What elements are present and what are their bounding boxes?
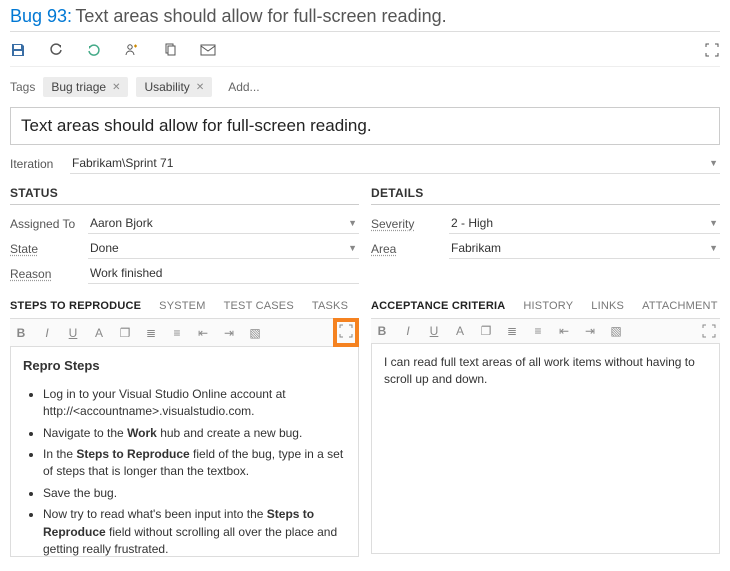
status-heading: STATUS [10, 180, 359, 205]
bold-icon[interactable]: B [375, 324, 389, 338]
iteration-row: Iteration Fabrikam\Sprint 71 ▼ [10, 145, 720, 180]
tag-label: Usability [144, 80, 189, 94]
font-color-icon[interactable]: A [453, 324, 467, 338]
font-color-icon[interactable]: A [92, 326, 106, 340]
left-tabs: STEPS TO REPRODUCE SYSTEM TEST CASES TAS… [10, 292, 359, 319]
tab-tasks[interactable]: TASKS [312, 300, 348, 312]
add-tag-button[interactable]: Add... [220, 77, 267, 97]
email-icon[interactable] [200, 42, 216, 58]
highlight-icon[interactable]: ❐ [479, 324, 493, 338]
assigned-to-label: Assigned To [10, 217, 88, 231]
chevron-down-icon: ▼ [709, 243, 718, 253]
bullets-icon[interactable]: ≣ [505, 324, 519, 338]
iteration-label: Iteration [10, 157, 70, 171]
copy-icon[interactable] [162, 42, 178, 58]
assigned-to-value: Aaron Bjork [90, 216, 153, 230]
underline-icon[interactable]: U [66, 326, 80, 340]
repro-list: Log in to your Visual Studio Online acco… [23, 386, 346, 557]
fullscreen-highlight-box [333, 318, 359, 347]
numbers-icon[interactable]: ≡ [531, 324, 545, 338]
bug-title-text: Text areas should allow for full-screen … [75, 6, 446, 26]
bullets-icon[interactable]: ≣ [144, 326, 158, 340]
editor-fullscreen-icon[interactable] [702, 324, 716, 338]
severity-label: Severity [371, 217, 449, 231]
iteration-dropdown[interactable]: Fabrikam\Sprint 71 ▼ [70, 153, 720, 174]
severity-dropdown[interactable]: 2 - High ▼ [449, 213, 720, 234]
area-value: Fabrikam [451, 241, 501, 255]
assigned-to-dropdown[interactable]: Aaron Bjork ▼ [88, 213, 359, 234]
repro-heading: Repro Steps [23, 357, 346, 376]
tab-steps-to-reproduce[interactable]: STEPS TO REPRODUCE [10, 300, 141, 312]
reason-field[interactable]: Work finished [88, 263, 359, 284]
tag-label: Bug triage [51, 80, 106, 94]
acceptance-criteria-editor[interactable]: I can read full text areas of all work i… [371, 344, 720, 554]
rich-text-toolbar-right: B I U A ❐ ≣ ≡ ⇤ ⇥ ▧ [371, 319, 720, 344]
state-value: Done [90, 241, 119, 255]
title-input[interactable] [10, 107, 720, 145]
severity-value: 2 - High [451, 216, 493, 230]
indent-icon[interactable]: ⇥ [583, 324, 597, 338]
chevron-down-icon: ▼ [709, 218, 718, 228]
area-label: Area [371, 242, 449, 256]
details-heading: DETAILS [371, 180, 720, 205]
tab-test-cases[interactable]: TEST CASES [224, 300, 294, 312]
tag-usability[interactable]: Usability ✕ [136, 77, 212, 97]
underline-icon[interactable]: U [427, 324, 441, 338]
action-toolbar [10, 32, 720, 67]
refresh-icon[interactable] [48, 42, 64, 58]
tags-label: Tags [10, 80, 35, 94]
fullscreen-icon[interactable] [704, 42, 720, 58]
tag-bug-triage[interactable]: Bug triage ✕ [43, 77, 128, 97]
highlight-icon[interactable]: ❐ [118, 326, 132, 340]
tab-attachment[interactable]: ATTACHMENT [642, 300, 718, 312]
iteration-value: Fabrikam\Sprint 71 [72, 156, 173, 170]
rich-text-toolbar-left: B I U A ❐ ≣ ≡ ⇤ ⇥ ▧ [10, 319, 359, 347]
chevron-down-icon: ▼ [709, 158, 718, 168]
close-icon[interactable]: ✕ [112, 82, 120, 93]
tab-acceptance-criteria[interactable]: ACCEPTANCE CRITERIA [371, 300, 505, 312]
outdent-icon[interactable]: ⇤ [196, 326, 210, 340]
undo-icon[interactable] [86, 42, 102, 58]
indent-icon[interactable]: ⇥ [222, 326, 236, 340]
state-label: State [10, 242, 88, 256]
save-icon[interactable] [10, 42, 26, 58]
chevron-down-icon: ▼ [348, 218, 357, 228]
bug-id-link[interactable]: Bug 93: [10, 6, 72, 26]
list-item: Now try to read what's been input into t… [43, 506, 346, 557]
list-item: Log in to your Visual Studio Online acco… [43, 386, 346, 421]
editor-fullscreen-icon[interactable] [339, 324, 353, 338]
italic-icon[interactable]: I [40, 326, 54, 340]
tab-links[interactable]: LINKS [591, 300, 624, 312]
repro-steps-editor[interactable]: Repro Steps Log in to your Visual Studio… [10, 347, 359, 557]
right-tabs: ACCEPTANCE CRITERIA HISTORY LINKS ATTACH… [371, 292, 720, 319]
image-icon[interactable]: ▧ [248, 326, 262, 340]
outdent-icon[interactable]: ⇤ [557, 324, 571, 338]
italic-icon[interactable]: I [401, 324, 415, 338]
assign-icon[interactable] [124, 42, 140, 58]
chevron-down-icon: ▼ [348, 243, 357, 253]
numbers-icon[interactable]: ≡ [170, 326, 184, 340]
close-icon[interactable]: ✕ [196, 82, 204, 93]
list-item: In the Steps to Reproduce field of the b… [43, 446, 346, 481]
work-item-header: Bug 93: Text areas should allow for full… [10, 4, 720, 32]
reason-value: Work finished [90, 266, 162, 280]
list-item: Save the bug. [43, 485, 346, 502]
area-dropdown[interactable]: Fabrikam ▼ [449, 238, 720, 259]
bold-icon[interactable]: B [14, 326, 28, 340]
state-dropdown[interactable]: Done ▼ [88, 238, 359, 259]
tags-row: Tags Bug triage ✕ Usability ✕ Add... [10, 67, 720, 107]
tab-history[interactable]: HISTORY [523, 300, 573, 312]
reason-label: Reason [10, 267, 88, 281]
image-icon[interactable]: ▧ [609, 324, 623, 338]
acceptance-text: I can read full text areas of all work i… [384, 355, 695, 386]
list-item: Navigate to the Work hub and create a ne… [43, 425, 346, 442]
tab-system[interactable]: SYSTEM [159, 300, 205, 312]
